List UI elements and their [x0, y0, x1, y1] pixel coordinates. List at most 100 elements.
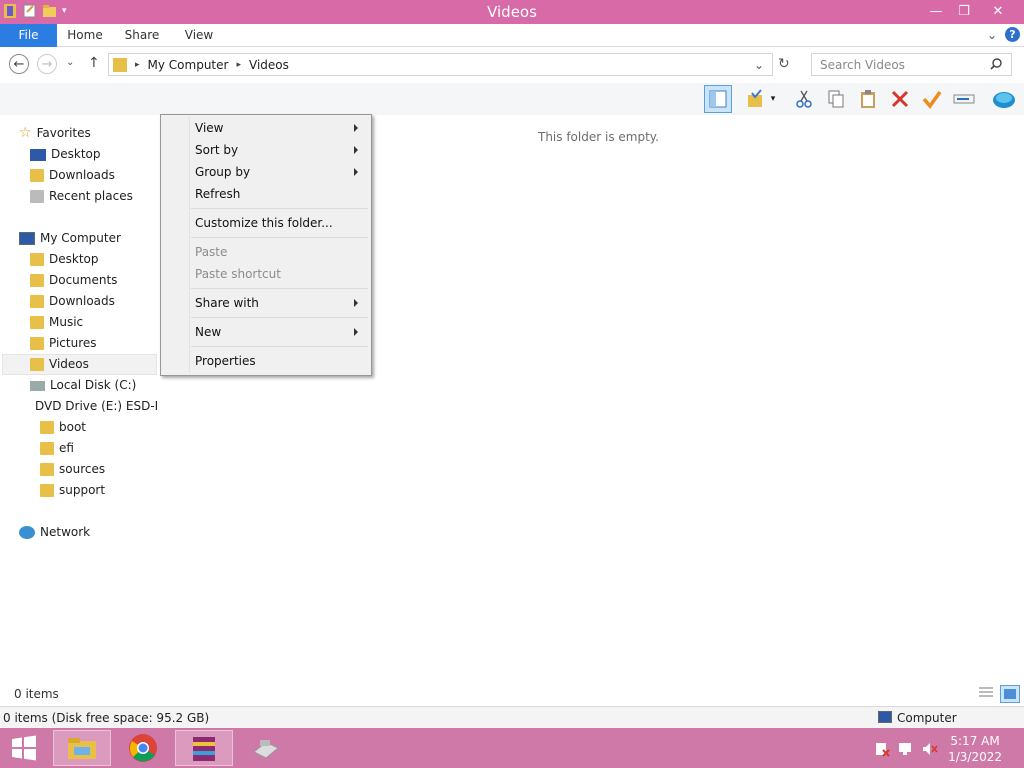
explorer-window: { "window": {"title": "Videos", "minimiz…: [0, 0, 1024, 768]
nav-network[interactable]: Network: [19, 522, 90, 543]
layout-pane-button[interactable]: [704, 85, 732, 113]
taskbar-winrar[interactable]: [175, 730, 233, 766]
menu-separator: [191, 208, 368, 209]
pictures-folder-icon: [30, 337, 44, 350]
start-button[interactable]: [0, 730, 48, 766]
taskbar-chrome[interactable]: [114, 730, 172, 766]
search-icon[interactable]: [990, 58, 1002, 73]
breadcrumb-chevron-icon[interactable]: ▸: [135, 60, 140, 70]
nav-pictures[interactable]: Pictures: [30, 333, 97, 354]
large-icons-view-icon[interactable]: [1000, 685, 1020, 703]
copy-icon[interactable]: [822, 85, 850, 113]
title-bar: ▾ Videos — ❐ ✕: [0, 0, 1024, 24]
nav-fav-downloads[interactable]: Downloads: [30, 165, 115, 186]
nav-my-computer[interactable]: My Computer: [19, 228, 121, 249]
menu-separator: [191, 346, 368, 347]
recent-locations-button[interactable]: ⌄: [66, 57, 74, 68]
tab-share[interactable]: Share: [118, 24, 166, 47]
minimize-button[interactable]: —: [922, 0, 950, 22]
videos-folder-icon: [30, 358, 44, 371]
menu-separator: [191, 317, 368, 318]
submenu-arrow-icon: [354, 328, 358, 336]
tab-home[interactable]: Home: [60, 24, 110, 47]
action-center-icon[interactable]: [874, 741, 890, 760]
submenu-arrow-icon: [354, 168, 358, 176]
tab-file[interactable]: File: [0, 24, 57, 47]
nav-dvd-drive[interactable]: DVD Drive (E:) ESD-ISO: [30, 396, 158, 417]
menu-separator: [191, 237, 368, 238]
nav-videos[interactable]: Videos: [2, 354, 157, 375]
address-dropdown-icon[interactable]: ⌄: [754, 58, 764, 72]
nav-favorites[interactable]: ☆ Favorites: [19, 123, 91, 144]
desktop-icon: [30, 148, 46, 161]
clock[interactable]: 5:17 AM 1/3/2022: [948, 733, 1002, 765]
forward-button[interactable]: →: [37, 54, 57, 74]
menu-item-share-with[interactable]: Share with: [195, 293, 259, 313]
computer-icon: [19, 232, 35, 245]
menu-item-customize-folder[interactable]: Customize this folder...: [195, 213, 333, 233]
rename-icon[interactable]: [950, 85, 978, 113]
menu-item-sort-by[interactable]: Sort by: [195, 140, 238, 160]
submenu-arrow-icon: [354, 146, 358, 154]
nav-documents[interactable]: Documents: [30, 270, 117, 291]
paste-icon[interactable]: [854, 85, 882, 113]
tab-view[interactable]: View: [176, 24, 222, 47]
network-tray-icon[interactable]: [898, 741, 916, 760]
volume-muted-icon[interactable]: [921, 741, 939, 760]
window-title: Videos: [487, 3, 537, 21]
clock-date: 1/3/2022: [948, 750, 1002, 764]
status-bar: 0 items: [0, 684, 1024, 704]
help-icon[interactable]: ?: [1005, 27, 1020, 42]
delete-icon[interactable]: [886, 85, 914, 113]
taskbar-file-explorer[interactable]: [53, 730, 111, 766]
breadcrumb-my-computer[interactable]: My Computer: [148, 58, 229, 72]
nav-local-disk[interactable]: Local Disk (C:): [30, 375, 136, 396]
menu-item-refresh[interactable]: Refresh: [195, 184, 240, 204]
nav-support[interactable]: support: [40, 480, 105, 501]
downloads-folder-icon: [30, 295, 44, 308]
breadcrumb-videos[interactable]: Videos: [249, 58, 289, 72]
folder-options-dropdown-icon[interactable]: ▾: [766, 85, 780, 113]
refresh-button[interactable]: ↻: [778, 56, 790, 72]
up-button[interactable]: ↑: [88, 55, 100, 71]
nav-efi[interactable]: efi: [40, 438, 74, 459]
details-view-icon[interactable]: [978, 686, 994, 703]
address-bar[interactable]: ▸ My Computer ▸ Videos ⌄: [108, 53, 773, 76]
search-input[interactable]: Search Videos: [811, 53, 1012, 76]
nav-music[interactable]: Music: [30, 312, 83, 333]
folder-icon: [40, 484, 54, 497]
nav-desktop[interactable]: Desktop: [30, 249, 99, 270]
menu-item-new[interactable]: New: [195, 322, 221, 342]
menu-item-group-by[interactable]: Group by: [195, 162, 250, 182]
disk-free-space: 0 items (Disk free space: 95.2 GB): [3, 711, 210, 725]
network-icon: [19, 526, 35, 539]
restore-button[interactable]: ❐: [950, 0, 978, 22]
recent-places-icon: [30, 190, 44, 203]
details-status-bar: 0 items (Disk free space: 95.2 GB) Compu…: [0, 706, 1024, 728]
breadcrumb-chevron-icon[interactable]: ▸: [236, 60, 241, 70]
expand-ribbon-icon[interactable]: ⌄: [987, 28, 997, 42]
videos-location-icon: [113, 57, 127, 72]
back-button[interactable]: ←: [9, 54, 29, 74]
context-menu: View Sort by Group by Refresh Customize …: [160, 114, 372, 376]
network-globe-icon[interactable]: [990, 85, 1018, 113]
cut-icon[interactable]: [790, 85, 818, 113]
desktop-folder-icon: [30, 253, 44, 266]
menu-gutter: [189, 117, 190, 373]
documents-folder-icon: [30, 274, 44, 287]
nav-boot[interactable]: boot: [40, 417, 86, 438]
nav-sources[interactable]: sources: [40, 459, 105, 480]
menu-item-paste-shortcut: Paste shortcut: [195, 267, 281, 281]
nav-downloads[interactable]: Downloads: [30, 291, 115, 312]
taskbar-app[interactable]: [237, 730, 295, 766]
close-button[interactable]: ✕: [978, 0, 1018, 22]
checkmark-icon[interactable]: [918, 85, 946, 113]
submenu-arrow-icon: [354, 299, 358, 307]
navigation-pane: ☆ Favorites Desktop Downloads Recent plac…: [0, 116, 158, 686]
folder-icon: [40, 442, 54, 455]
menu-item-properties[interactable]: Properties: [195, 351, 256, 371]
nav-fav-recent-places[interactable]: Recent places: [30, 186, 133, 207]
music-folder-icon: [30, 316, 44, 329]
menu-item-view[interactable]: View: [195, 118, 223, 138]
nav-fav-desktop[interactable]: Desktop: [30, 144, 101, 165]
